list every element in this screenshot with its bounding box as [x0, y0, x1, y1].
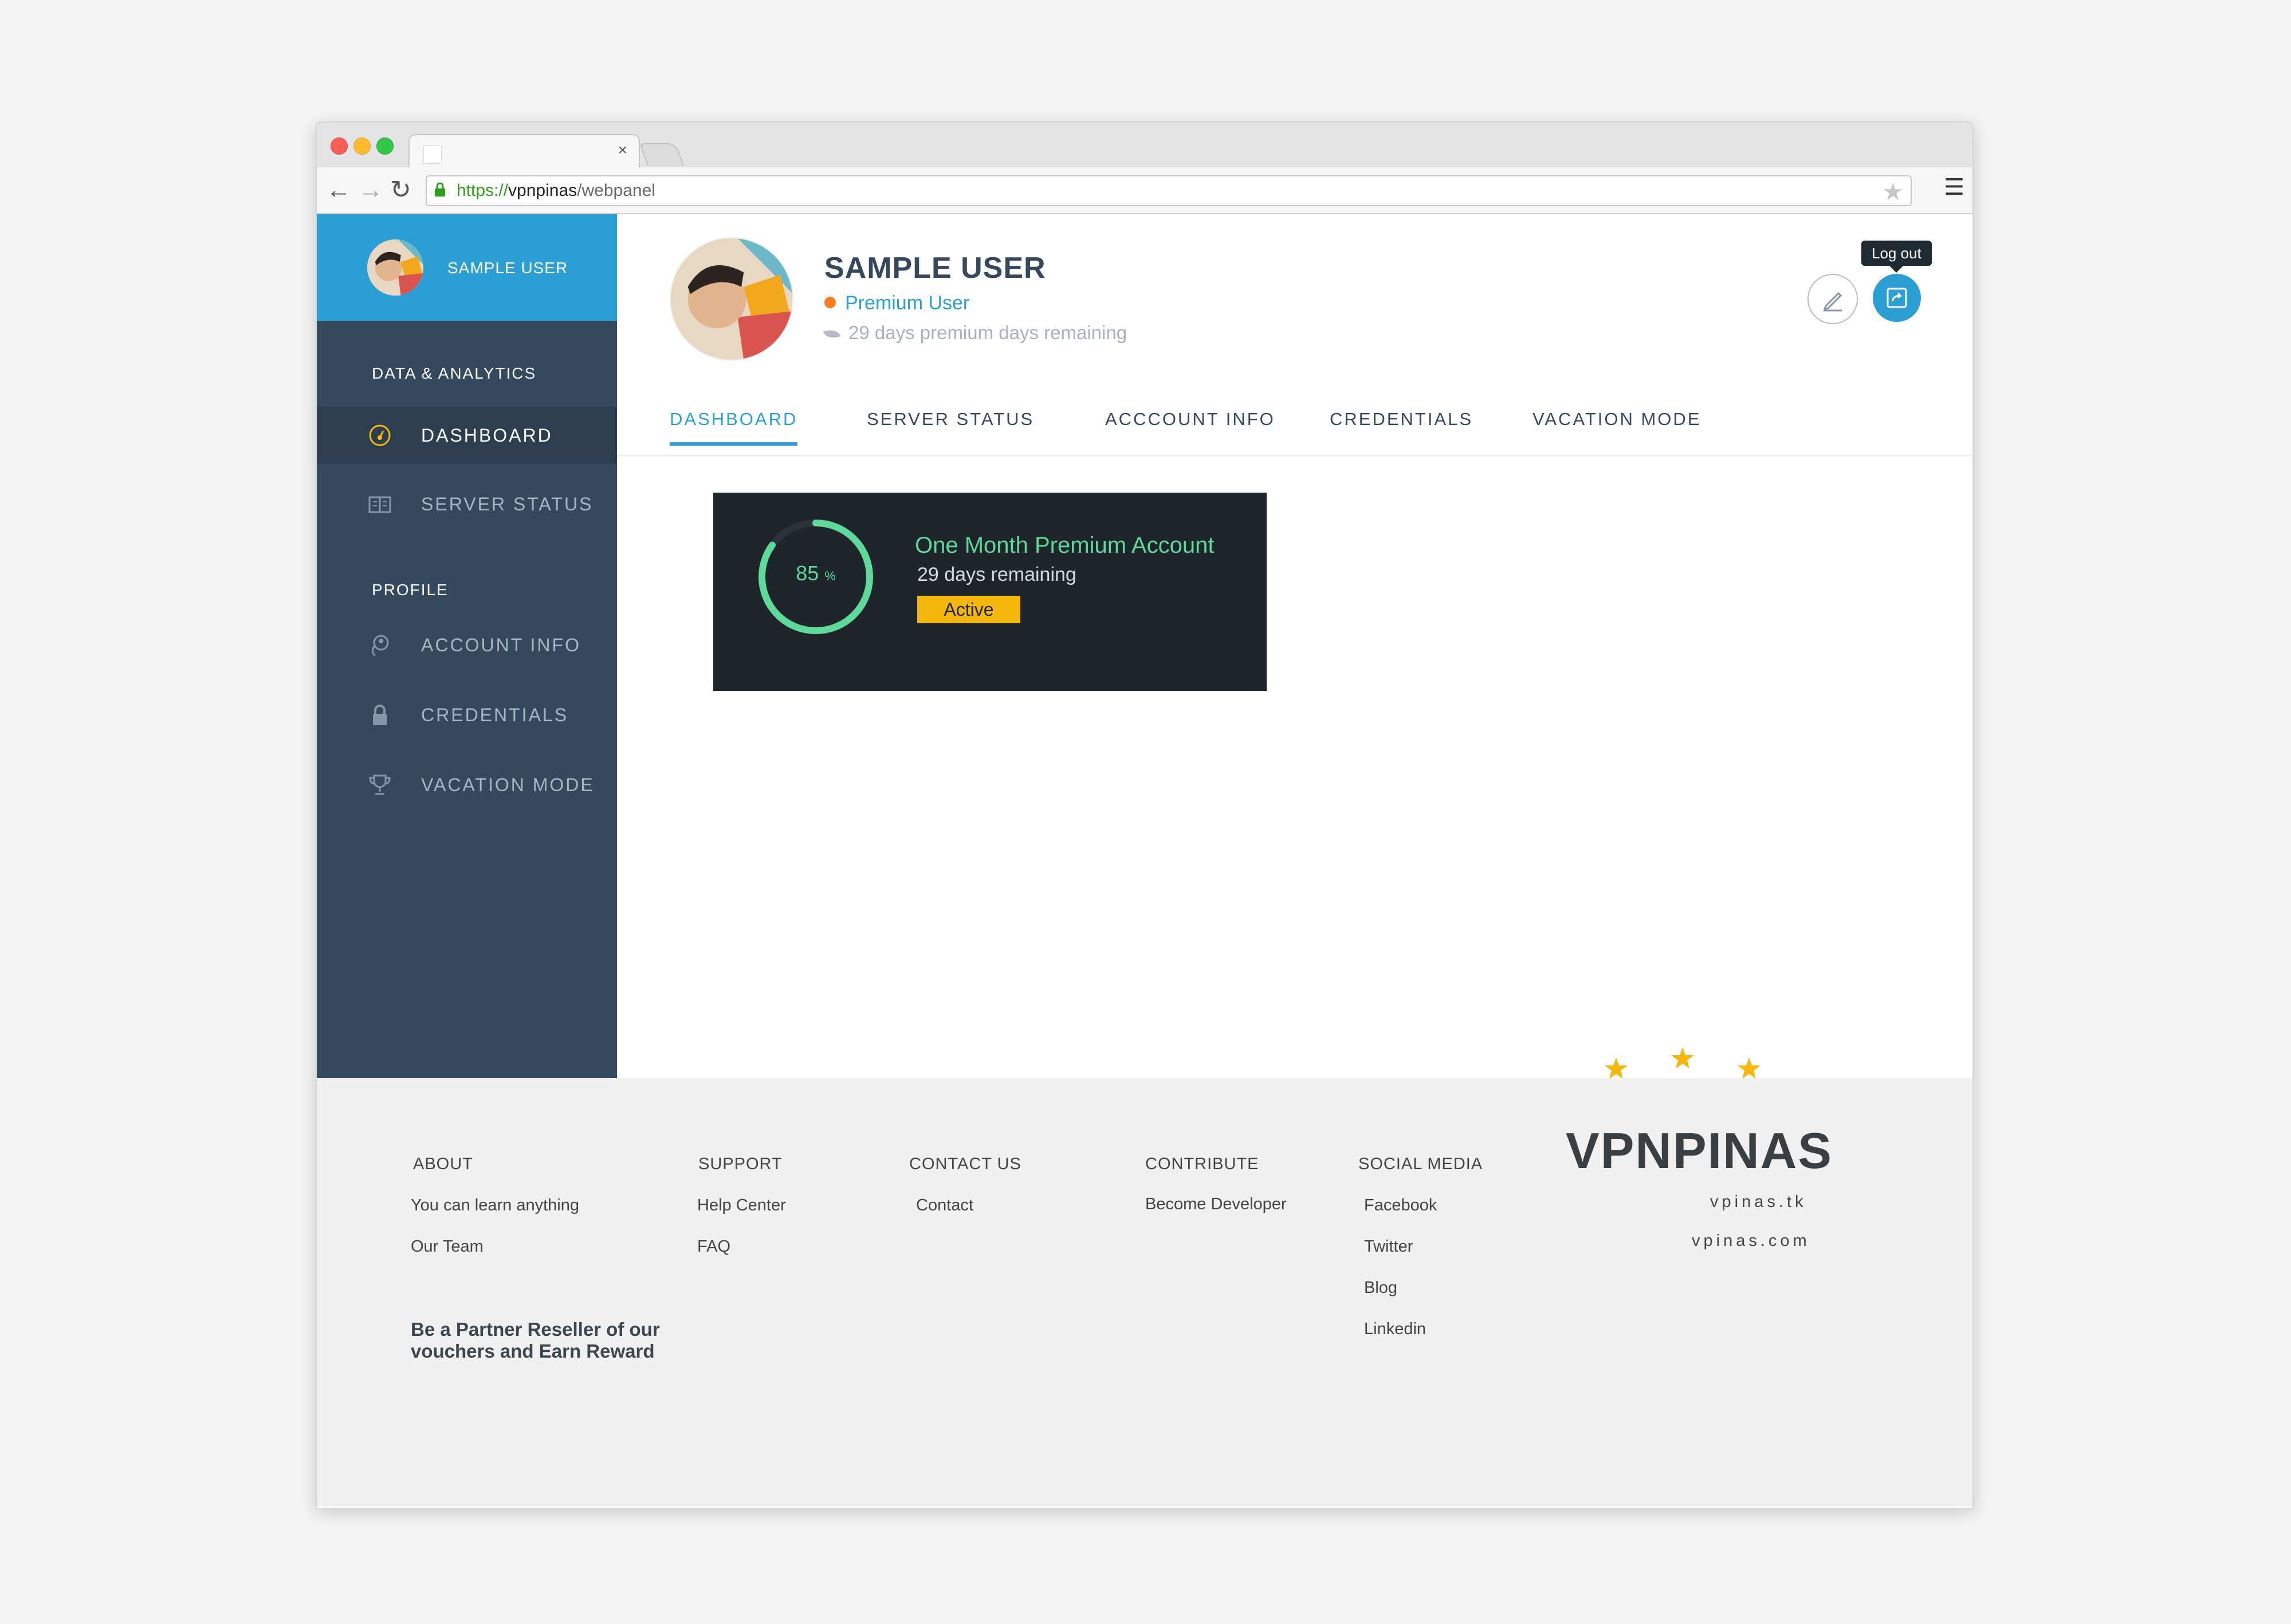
progress-value: 85: [796, 561, 819, 585]
sidebar-item-vacation-mode[interactable]: VACATION MODE: [317, 756, 617, 813]
brand-logo-text: VPNPINAS: [1566, 1122, 1833, 1179]
sidebar: SAMPLE USER DATA & ANALYTICS DASHBOARD S…: [317, 214, 617, 1078]
browser-tabbar: ×: [317, 123, 1972, 168]
sidebar-item-label: ACCOUNT INFO: [421, 635, 581, 655]
sidebar-item-dashboard[interactable]: DASHBOARD: [317, 407, 617, 464]
tab-account-info[interactable]: ACCCOUNT INFO: [1105, 409, 1275, 442]
sidebar-item-label: VACATION MODE: [421, 774, 595, 795]
reload-icon[interactable]: ↻: [390, 173, 411, 207]
section-profile: PROFILE: [372, 581, 449, 599]
footer-heading-about: ABOUT: [413, 1155, 473, 1173]
logout-icon: [1887, 288, 1907, 308]
back-arrow-icon[interactable]: ←: [326, 173, 351, 207]
edit-profile-button[interactable]: [1807, 274, 1858, 324]
lock-icon: [373, 705, 387, 725]
progress-percent: 85 %: [757, 561, 875, 585]
premium-days-label: 29 days premium days remaining: [848, 322, 1127, 343]
sidebar-item-server-status[interactable]: SERVER STATUS: [317, 475, 617, 533]
avatar-image: [367, 239, 423, 296]
favicon-icon: [423, 146, 442, 164]
status-badge: Active: [917, 596, 1020, 623]
domain-com[interactable]: vpinas.com: [1692, 1232, 1810, 1251]
browser-window: × ← → ↻ https://vpnpinas/webpanel ★ ☰ SA…: [316, 121, 1974, 1509]
footer-link-become-developer[interactable]: Become Developer: [1145, 1195, 1287, 1214]
logout-button[interactable]: [1873, 274, 1921, 322]
footer-heading-social: SOCIAL MEDIA: [1358, 1155, 1483, 1173]
footer: ABOUT You can learn anything Our Team SU…: [317, 1078, 1972, 1507]
profile-tabs: DASHBOARD SERVER STATUS ACCCOUNT INFO CR…: [617, 409, 1972, 457]
footer-link-help-center[interactable]: Help Center: [697, 1196, 786, 1215]
membership-status-label: Premium User: [845, 292, 970, 314]
sidebar-username: SAMPLE USER: [447, 259, 568, 277]
sidebar-item-label: CREDENTIALS: [421, 705, 569, 725]
footer-link-faq[interactable]: FAQ: [697, 1237, 730, 1256]
bookmark-star-icon[interactable]: ★: [1882, 178, 1904, 206]
footer-heading-contact: CONTACT US: [909, 1155, 1021, 1173]
footer-link-contact[interactable]: Contact: [916, 1196, 973, 1215]
footer-link-team[interactable]: Our Team: [411, 1237, 484, 1256]
logout-tooltip: Log out: [1861, 241, 1932, 273]
minimize-window-button[interactable]: [353, 137, 371, 155]
profile-avatar-image: [671, 238, 792, 360]
user-location-icon: [371, 635, 389, 656]
url-scheme: https://: [457, 181, 509, 200]
new-tab-button[interactable]: [639, 143, 685, 166]
webpanel-page: SAMPLE USER DATA & ANALYTICS DASHBOARD S…: [317, 214, 1972, 1507]
premium-days-remaining: 29 days premium days remaining: [823, 322, 1127, 344]
footer-link-blog[interactable]: Blog: [1364, 1279, 1397, 1297]
browser-menu-icon[interactable]: ☰: [1944, 174, 1964, 200]
footer-heading-contribute: CONTRIBUTE: [1145, 1155, 1259, 1173]
footer-link-facebook[interactable]: Facebook: [1364, 1196, 1437, 1215]
plan-days-remaining: 29 days remaining: [917, 564, 1076, 585]
sidebar-item-label: SERVER STATUS: [421, 494, 594, 514]
domain-tk[interactable]: vpinas.tk: [1710, 1193, 1806, 1212]
book-icon: [368, 496, 391, 513]
close-window-button[interactable]: [331, 137, 348, 155]
leaf-icon: [823, 327, 841, 342]
secure-lock-icon: [435, 182, 445, 196]
avatar: [367, 239, 423, 296]
membership-status: Premium User: [824, 292, 969, 314]
maximize-window-button[interactable]: [376, 137, 394, 155]
url-path: /webpanel: [577, 181, 655, 200]
footer-link-twitter[interactable]: Twitter: [1364, 1237, 1413, 1256]
plan-title: One Month Premium Account: [915, 533, 1215, 558]
footer-link-linkedin[interactable]: Linkedin: [1364, 1320, 1426, 1339]
sidebar-item-label: DASHBOARD: [421, 425, 553, 446]
subscription-card: 85 % One Month Premium Account 29 days r…: [713, 493, 1267, 691]
pencil-icon: [1823, 292, 1842, 312]
tab-vacation-mode[interactable]: VACATION MODE: [1532, 409, 1701, 442]
tab-server-status[interactable]: SERVER STATUS: [867, 409, 1034, 442]
tab-dashboard[interactable]: DASHBOARD: [670, 409, 798, 446]
status-dot-icon: [824, 297, 836, 309]
progress-unit: %: [824, 569, 836, 583]
speedometer-icon: [369, 424, 391, 446]
url-text: https://vpnpinas/webpanel: [457, 181, 655, 200]
sidebar-user-header[interactable]: SAMPLE USER: [317, 214, 617, 321]
profile-avatar: [670, 237, 793, 361]
sidebar-item-account-info[interactable]: ACCOUNT INFO: [317, 616, 617, 674]
tab-credentials[interactable]: CREDENTIALS: [1330, 409, 1473, 442]
partner-reseller-text: Be a Partner Reseller of our vouchers an…: [411, 1319, 660, 1362]
trophy-icon: [369, 774, 391, 795]
footer-link-learn[interactable]: You can learn anything: [411, 1196, 579, 1215]
footer-heading-support: SUPPORT: [698, 1155, 783, 1173]
sidebar-item-credentials[interactable]: CREDENTIALS: [317, 686, 617, 744]
section-data-analytics: DATA & ANALYTICS: [372, 364, 537, 382]
browser-tab[interactable]: ×: [408, 134, 640, 168]
browser-toolbar: ← → ↻ https://vpnpinas/webpanel ★ ☰: [317, 167, 1972, 214]
close-tab-icon[interactable]: ×: [618, 141, 627, 159]
forward-arrow-icon[interactable]: →: [358, 173, 383, 207]
profile-name: SAMPLE USER: [824, 251, 1046, 285]
address-bar[interactable]: https://vpnpinas/webpanel ★: [426, 175, 1912, 206]
main-content: SAMPLE USER Premium User 29 days premium…: [617, 214, 1972, 1078]
url-host: vpnpinas: [508, 181, 577, 200]
